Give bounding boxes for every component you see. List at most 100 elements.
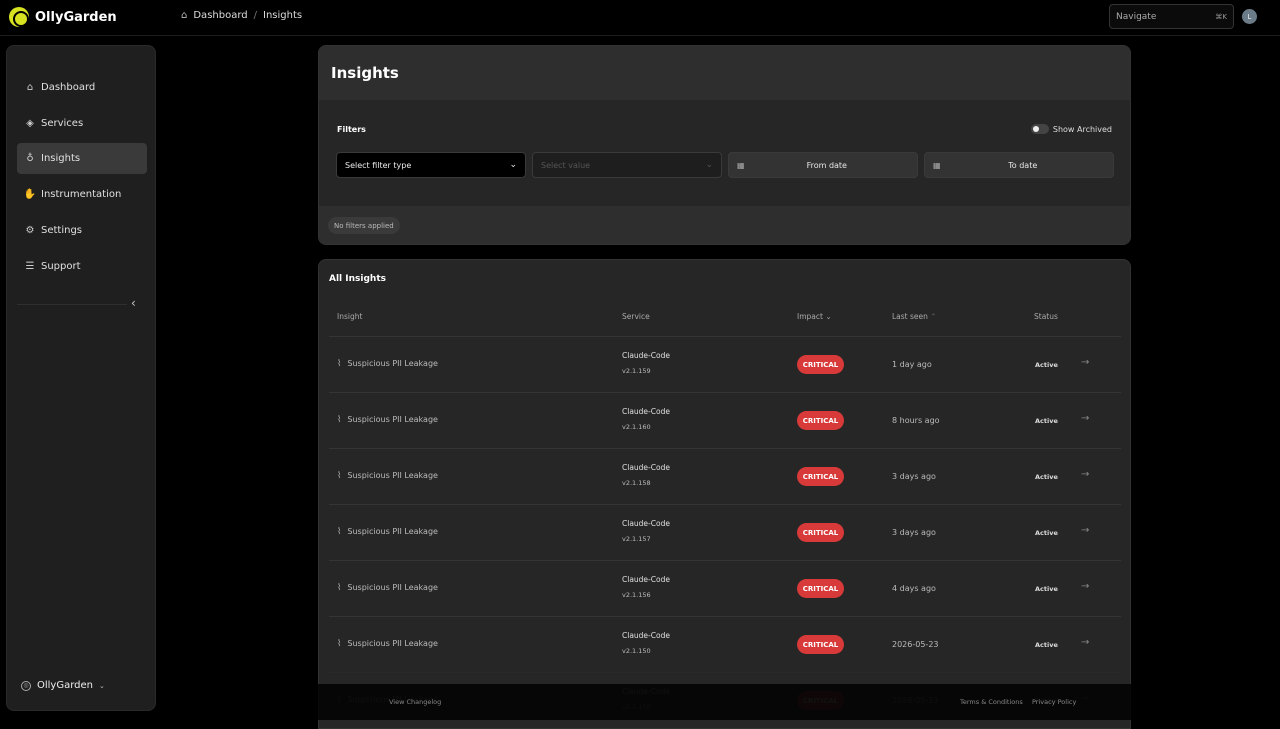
insight-cell: ⌇ Suspicious PII Leakage bbox=[337, 527, 438, 537]
sidebar-item-services[interactable]: ◈ Services bbox=[17, 108, 147, 139]
insight-name: Suspicious PII Leakage bbox=[347, 583, 438, 592]
table-row[interactable]: ⌇ Suspicious PII Leakage Claude-Code v2.1.1… bbox=[329, 392, 1121, 448]
insight-name: Suspicious PII Leakage bbox=[347, 359, 438, 368]
to-date-button[interactable]: ▦ To date bbox=[924, 152, 1114, 178]
column-status[interactable]: Status bbox=[1034, 312, 1058, 321]
service-cell: Claude-Code v2.1.159 bbox=[622, 351, 670, 375]
home-icon: ⌂ bbox=[181, 10, 188, 21]
service-name: Claude-Code bbox=[622, 575, 670, 584]
sidebar-item-insights[interactable]: ♁ Insights bbox=[17, 143, 147, 174]
last-seen: 4 days ago bbox=[892, 584, 936, 593]
service-cell: Claude-Code v2.1.160 bbox=[622, 407, 670, 431]
breadcrumb-dashboard[interactable]: Dashboard bbox=[193, 10, 247, 21]
sort-asc-icon: ⌃ bbox=[930, 312, 937, 321]
activity-icon: ⌇ bbox=[337, 359, 342, 369]
toggle-switch[interactable] bbox=[1030, 124, 1049, 134]
last-seen: 2026-05-23 bbox=[892, 640, 939, 649]
insight-name: Suspicious PII Leakage bbox=[347, 471, 438, 480]
service-name: Claude-Code bbox=[622, 519, 670, 528]
column-last-seen[interactable]: Last seen ⌃ bbox=[892, 312, 937, 321]
column-impact-label: Impact bbox=[797, 312, 823, 321]
breadcrumb: ⌂ Dashboard / Insights bbox=[181, 10, 302, 21]
top-bar: OllyGarden ⌂ Dashboard / Insights Naviga… bbox=[0, 0, 1280, 36]
activity-icon: ⌇ bbox=[337, 527, 342, 537]
activity-icon: ⌇ bbox=[337, 415, 342, 425]
org-switcher[interactable]: ◎ OllyGarden ⌄ bbox=[21, 680, 105, 691]
show-archived-toggle[interactable]: Show Archived bbox=[1030, 124, 1112, 134]
impact-badge: CRITICAL bbox=[797, 467, 844, 486]
insight-cell: ⌇ Suspicious PII Leakage bbox=[337, 639, 438, 649]
table-row[interactable]: ⌇ Suspicious PII Leakage Claude-Code v2.1.1… bbox=[329, 448, 1121, 504]
filters-title: Filters bbox=[337, 125, 366, 134]
sidebar-item-support[interactable]: ☰ Support bbox=[17, 251, 147, 282]
arrow-right-icon[interactable]: → bbox=[1081, 413, 1089, 424]
service-cell: Claude-Code v2.1.158 bbox=[622, 463, 670, 487]
insight-name: Suspicious PII Leakage bbox=[347, 639, 438, 648]
column-impact[interactable]: Impact ⌄ bbox=[797, 312, 832, 321]
service-name: Claude-Code bbox=[622, 351, 670, 360]
terms-link[interactable]: Terms & Conditions bbox=[960, 698, 1023, 706]
sidebar-item-instrumentation[interactable]: ✋ Instrumentation bbox=[17, 179, 147, 210]
column-service[interactable]: Service bbox=[622, 312, 650, 321]
lightbulb-icon: ♁ bbox=[26, 153, 34, 164]
sidebar-item-label: Services bbox=[41, 118, 84, 129]
status-badge: Active bbox=[1035, 361, 1058, 369]
insight-cell: ⌇ Suspicious PII Leakage bbox=[337, 415, 438, 425]
insight-name: Suspicious PII Leakage bbox=[347, 527, 438, 536]
table-row[interactable]: ⌇ Suspicious PII Leakage Claude-Code v2.1.1… bbox=[329, 504, 1121, 560]
filter-type-placeholder: Select filter type bbox=[345, 160, 412, 170]
chevron-down-icon: ⌄ bbox=[509, 160, 517, 170]
hand-icon: ✋ bbox=[23, 189, 37, 200]
layers-icon: ◈ bbox=[26, 118, 34, 129]
sidebar: ⌂ Dashboard ◈ Services ♁ Insights ✋ Inst… bbox=[6, 45, 156, 711]
page-title: Insights bbox=[319, 46, 1130, 100]
brand-logo[interactable]: OllyGarden bbox=[9, 7, 117, 27]
insight-name: Suspicious PII Leakage bbox=[347, 415, 438, 424]
activity-icon: ⌇ bbox=[337, 583, 342, 593]
filter-value-placeholder: Select value bbox=[541, 160, 591, 170]
view-changelog-link[interactable]: View Changelog bbox=[389, 698, 441, 706]
table-row[interactable]: ⌇ Suspicious PII Leakage Claude-Code v2.1.1… bbox=[329, 560, 1121, 616]
navigate-search[interactable]: Navigate ⌘K bbox=[1109, 4, 1234, 29]
sidebar-item-label: Settings bbox=[41, 225, 83, 236]
arrow-right-icon[interactable]: → bbox=[1081, 469, 1089, 480]
filters-card: Insights Filters Show Archived Select fi… bbox=[318, 45, 1131, 245]
navigate-placeholder: Navigate bbox=[1116, 11, 1157, 22]
status-badge: Active bbox=[1035, 529, 1058, 537]
collapse-sidebar-icon[interactable]: ‹ bbox=[131, 296, 136, 310]
gear-icon: ⚙ bbox=[25, 225, 35, 236]
privacy-link[interactable]: Privacy Policy bbox=[1032, 698, 1076, 706]
last-seen: 8 hours ago bbox=[892, 416, 940, 425]
sort-desc-icon: ⌄ bbox=[825, 312, 832, 321]
status-badge: Active bbox=[1035, 417, 1058, 425]
service-version: v2.1.157 bbox=[622, 535, 651, 543]
impact-badge: CRITICAL bbox=[797, 355, 844, 374]
service-version: v2.1.156 bbox=[622, 591, 651, 599]
org-name: OllyGarden bbox=[37, 680, 93, 691]
table-row[interactable]: ⌇ Suspicious PII Leakage Claude-Code v2.1.1… bbox=[329, 616, 1121, 672]
arrow-right-icon[interactable]: → bbox=[1081, 637, 1089, 648]
to-date-label: To date bbox=[1008, 160, 1038, 170]
column-insight[interactable]: Insight bbox=[337, 312, 362, 321]
service-version: v2.1.150 bbox=[622, 647, 651, 655]
org-icon: ◎ bbox=[21, 680, 31, 691]
from-date-label: From date bbox=[806, 160, 847, 170]
status-badge: Active bbox=[1035, 641, 1058, 649]
sidebar-divider bbox=[17, 304, 127, 305]
last-seen: 3 days ago bbox=[892, 472, 936, 481]
from-date-button[interactable]: ▦ From date bbox=[728, 152, 918, 178]
arrow-right-icon[interactable]: → bbox=[1081, 581, 1089, 592]
column-last-seen-label: Last seen bbox=[892, 312, 928, 321]
avatar[interactable]: L bbox=[1242, 9, 1257, 24]
sidebar-item-settings[interactable]: ⚙ Settings bbox=[17, 215, 147, 246]
sidebar-item-label: Instrumentation bbox=[41, 189, 122, 200]
show-archived-label: Show Archived bbox=[1052, 124, 1112, 134]
arrow-right-icon[interactable]: → bbox=[1081, 357, 1089, 368]
arrow-right-icon[interactable]: → bbox=[1081, 525, 1089, 536]
service-version: v2.1.158 bbox=[622, 479, 651, 487]
sidebar-item-dashboard[interactable]: ⌂ Dashboard bbox=[17, 72, 147, 103]
service-name: Claude-Code bbox=[622, 463, 670, 472]
table-row[interactable]: ⌇ Suspicious PII Leakage Claude-Code v2.1.1… bbox=[329, 336, 1121, 392]
filter-type-select[interactable]: Select filter type ⌄ bbox=[336, 152, 526, 178]
breadcrumb-current: Insights bbox=[263, 10, 303, 21]
